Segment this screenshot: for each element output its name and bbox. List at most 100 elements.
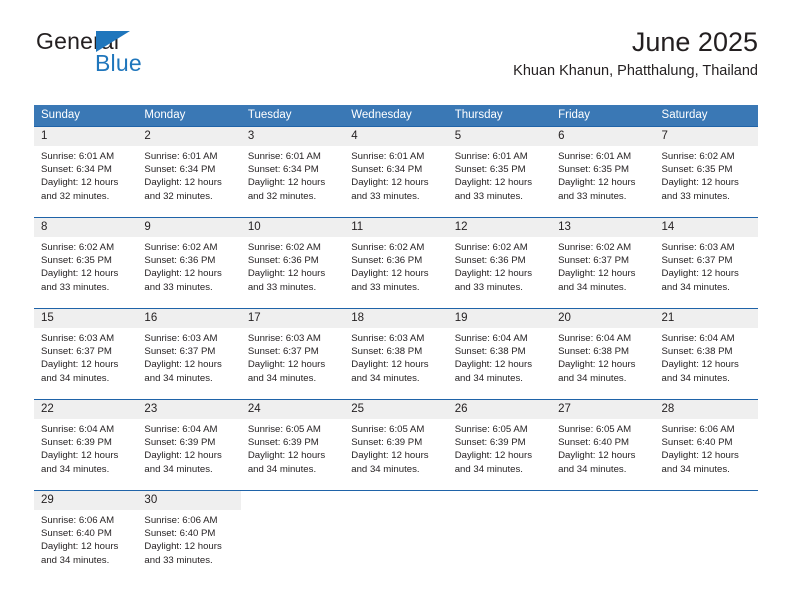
day-detail-line: Sunrise: 6:01 AM xyxy=(454,151,528,162)
calendar-day-cell[interactable]: 29 Sunrise: 6:06 AM Sunset: 6:40 PM Dayligh… xyxy=(34,490,138,581)
calendar-day-cell[interactable]: 8 Sunrise: 6:02 AM Sunset: 6:35 PM Daylight… xyxy=(34,217,138,309)
calendar-week-row: 1 Sunrise: 6:01 AM Sunset: 6:34 PM Daylight… xyxy=(34,126,758,218)
weekday-header-row: Sunday Monday Tuesday Wednesday Thursday… xyxy=(34,105,758,127)
calendar-day-cell[interactable]: 11 Sunrise: 6:02 AM Sunset: 6:36 PM Dayligh… xyxy=(344,217,448,309)
calendar-day-cell[interactable]: 20 Sunrise: 6:04 AM Sunset: 6:38 PM Dayligh… xyxy=(551,308,655,400)
calendar-table: Sunday Monday Tuesday Wednesday Thursday… xyxy=(34,105,758,581)
day-details: Sunrise: 6:01 AM Sunset: 6:34 PM Daylight:… xyxy=(34,146,137,203)
calendar-grid: Sunday Monday Tuesday Wednesday Thursday… xyxy=(34,105,758,581)
calendar-day-cell[interactable]: 9 Sunrise: 6:02 AM Sunset: 6:36 PM Daylight… xyxy=(137,217,241,309)
calendar-day-cell[interactable]: 13 Sunrise: 6:02 AM Sunset: 6:37 PM Dayligh… xyxy=(551,217,655,309)
day-number: 21 xyxy=(661,312,675,324)
day-number-band: 5 xyxy=(447,127,552,146)
calendar-day-cell[interactable]: 6 Sunrise: 6:01 AM Sunset: 6:35 PM Daylight… xyxy=(551,126,655,218)
day-details: Sunrise: 6:03 AM Sunset: 6:37 PM Daylight:… xyxy=(34,328,137,385)
day-detail-line: Daylight: 12 hours xyxy=(41,268,119,280)
calendar-day-cell[interactable]: 10 Sunrise: 6:02 AM Sunset: 6:36 PM Dayligh… xyxy=(240,217,345,309)
calendar-day-cell[interactable]: 4 Sunrise: 6:01 AM Sunset: 6:34 PM Daylight… xyxy=(344,126,448,218)
day-number-band: 30 xyxy=(137,491,241,510)
brand-logo[interactable]: General Blue xyxy=(34,28,254,84)
day-detail-line: Sunrise: 6:04 AM xyxy=(454,333,528,344)
day-number-band: 12 xyxy=(447,218,552,237)
day-details: Sunrise: 6:05 AM Sunset: 6:39 PM Daylight:… xyxy=(344,419,447,476)
day-detail-line: Sunset: 6:35 PM xyxy=(661,164,733,176)
day-number-band: 17 xyxy=(240,309,345,328)
calendar-day-cell[interactable]: 17 Sunrise: 6:03 AM Sunset: 6:37 PM Dayligh… xyxy=(240,308,345,400)
day-number-band: 19 xyxy=(447,309,552,328)
day-detail-line: Sunrise: 6:01 AM xyxy=(558,151,632,162)
day-detail-line: Sunrise: 6:04 AM xyxy=(661,333,735,344)
calendar-day-cell[interactable]: 28 Sunrise: 6:06 AM Sunset: 6:40 PM Dayligh… xyxy=(654,399,758,491)
day-detail-line: Sunrise: 6:03 AM xyxy=(661,242,735,253)
day-detail-line: and 33 minutes. xyxy=(144,554,213,566)
calendar-day-cell[interactable]: 15 Sunrise: 6:03 AM Sunset: 6:37 PM Dayligh… xyxy=(34,308,138,400)
day-number: 19 xyxy=(454,312,468,324)
calendar-day-cell[interactable]: 2 Sunrise: 6:01 AM Sunset: 6:34 PM Daylight… xyxy=(137,126,241,218)
day-detail-line: Sunrise: 6:02 AM xyxy=(454,242,528,253)
day-number-band xyxy=(448,491,551,510)
calendar-day-cell[interactable]: 7 Sunrise: 6:02 AM Sunset: 6:35 PM Daylight… xyxy=(654,126,758,218)
calendar-day-cell[interactable]: 14 Sunrise: 6:03 AM Sunset: 6:37 PM Dayligh… xyxy=(654,217,758,309)
brand-name-secondary: Blue xyxy=(95,50,142,76)
day-detail-line: Sunrise: 6:01 AM xyxy=(144,151,218,162)
page-header: General Blue June 2025 Khuan Khanun, Pha… xyxy=(34,28,758,98)
day-detail-line: Sunset: 6:38 PM xyxy=(454,346,526,358)
calendar-day-cell[interactable]: 27 Sunrise: 6:05 AM Sunset: 6:40 PM Dayligh… xyxy=(551,399,655,491)
day-detail-line: Sunrise: 6:06 AM xyxy=(661,424,735,435)
day-detail-line: and 34 minutes. xyxy=(351,463,420,475)
day-detail-line: and 33 minutes. xyxy=(454,190,523,202)
day-detail-line: Sunset: 6:37 PM xyxy=(247,346,319,358)
day-detail-line: and 34 minutes. xyxy=(661,463,730,475)
day-detail-line: Sunrise: 6:06 AM xyxy=(41,515,115,526)
calendar-day-cell[interactable]: 16 Sunrise: 6:03 AM Sunset: 6:37 PM Dayligh… xyxy=(137,308,241,400)
calendar-day-cell[interactable]: 26 Sunrise: 6:05 AM Sunset: 6:39 PM Dayligh… xyxy=(447,399,552,491)
day-detail-line: Sunset: 6:39 PM xyxy=(247,437,319,449)
day-number-band: 28 xyxy=(654,400,758,419)
day-number: 28 xyxy=(661,403,675,415)
calendar-week-row: 29 Sunrise: 6:06 AM Sunset: 6:40 PM Dayligh… xyxy=(34,490,758,581)
day-detail-line: and 34 minutes. xyxy=(247,372,317,384)
calendar-day-cell[interactable]: 30 Sunrise: 6:06 AM Sunset: 6:40 PM Dayligh… xyxy=(137,490,241,581)
calendar-day-cell[interactable]: 12 Sunrise: 6:02 AM Sunset: 6:36 PM Dayligh… xyxy=(447,217,552,309)
day-detail-line: Sunrise: 6:03 AM xyxy=(351,333,425,344)
day-detail-line: Daylight: 12 hours xyxy=(558,450,636,462)
day-number: 17 xyxy=(247,312,261,324)
day-detail-line: Daylight: 12 hours xyxy=(558,177,636,189)
calendar-day-cell[interactable]: 5 Sunrise: 6:01 AM Sunset: 6:35 PM Daylight… xyxy=(447,126,552,218)
day-detail-line: Sunset: 6:39 PM xyxy=(41,437,112,449)
calendar-empty-cell xyxy=(240,490,345,581)
day-number: 6 xyxy=(558,130,565,142)
day-detail-line: Daylight: 12 hours xyxy=(661,268,739,280)
day-number: 20 xyxy=(558,312,571,324)
day-detail-line: Sunrise: 6:05 AM xyxy=(454,424,528,435)
calendar-day-cell[interactable]: 18 Sunrise: 6:03 AM Sunset: 6:38 PM Dayligh… xyxy=(344,308,448,400)
calendar-day-cell[interactable]: 21 Sunrise: 6:04 AM Sunset: 6:38 PM Dayligh… xyxy=(654,308,758,400)
day-detail-line: and 33 minutes. xyxy=(558,190,627,202)
calendar-day-cell[interactable]: 3 Sunrise: 6:01 AM Sunset: 6:34 PM Daylight… xyxy=(240,126,345,218)
day-detail-line: Daylight: 12 hours xyxy=(144,450,222,462)
calendar-day-cell[interactable]: 19 Sunrise: 6:04 AM Sunset: 6:38 PM Dayligh… xyxy=(447,308,552,400)
day-detail-line: Daylight: 12 hours xyxy=(41,541,119,553)
day-detail-line: Daylight: 12 hours xyxy=(144,359,222,371)
day-number: 12 xyxy=(454,221,468,233)
calendar-day-cell[interactable]: 23 Sunrise: 6:04 AM Sunset: 6:39 PM Dayligh… xyxy=(137,399,241,491)
calendar-day-cell[interactable]: 24 Sunrise: 6:05 AM Sunset: 6:39 PM Dayligh… xyxy=(240,399,345,491)
day-detail-line: Daylight: 12 hours xyxy=(247,177,326,189)
calendar-week-row: 22 Sunrise: 6:04 AM Sunset: 6:39 PM Dayligh… xyxy=(34,399,758,491)
calendar-week-row: 8 Sunrise: 6:02 AM Sunset: 6:35 PM Daylight… xyxy=(34,217,758,309)
day-detail-line: Sunrise: 6:02 AM xyxy=(661,151,735,162)
day-details: Sunrise: 6:02 AM Sunset: 6:36 PM Daylight:… xyxy=(137,237,240,294)
calendar-day-cell[interactable]: 1 Sunrise: 6:01 AM Sunset: 6:34 PM Daylight… xyxy=(34,126,138,218)
calendar-day-cell[interactable]: 22 Sunrise: 6:04 AM Sunset: 6:39 PM Dayligh… xyxy=(34,399,138,491)
day-detail-line: Daylight: 12 hours xyxy=(41,359,119,371)
day-detail-line: Sunset: 6:40 PM xyxy=(144,528,216,540)
day-detail-line: and 34 minutes. xyxy=(144,372,213,384)
day-detail-line: Sunrise: 6:05 AM xyxy=(351,424,425,435)
day-detail-line: and 33 minutes. xyxy=(661,190,730,202)
day-detail-line: and 34 minutes. xyxy=(661,372,730,384)
day-number: 22 xyxy=(41,403,54,415)
calendar-day-cell[interactable]: 25 Sunrise: 6:05 AM Sunset: 6:39 PM Dayligh… xyxy=(344,399,448,491)
day-details: Sunrise: 6:02 AM Sunset: 6:36 PM Daylight:… xyxy=(344,237,447,294)
day-number-band: 27 xyxy=(551,400,655,419)
day-number-band: 23 xyxy=(137,400,241,419)
